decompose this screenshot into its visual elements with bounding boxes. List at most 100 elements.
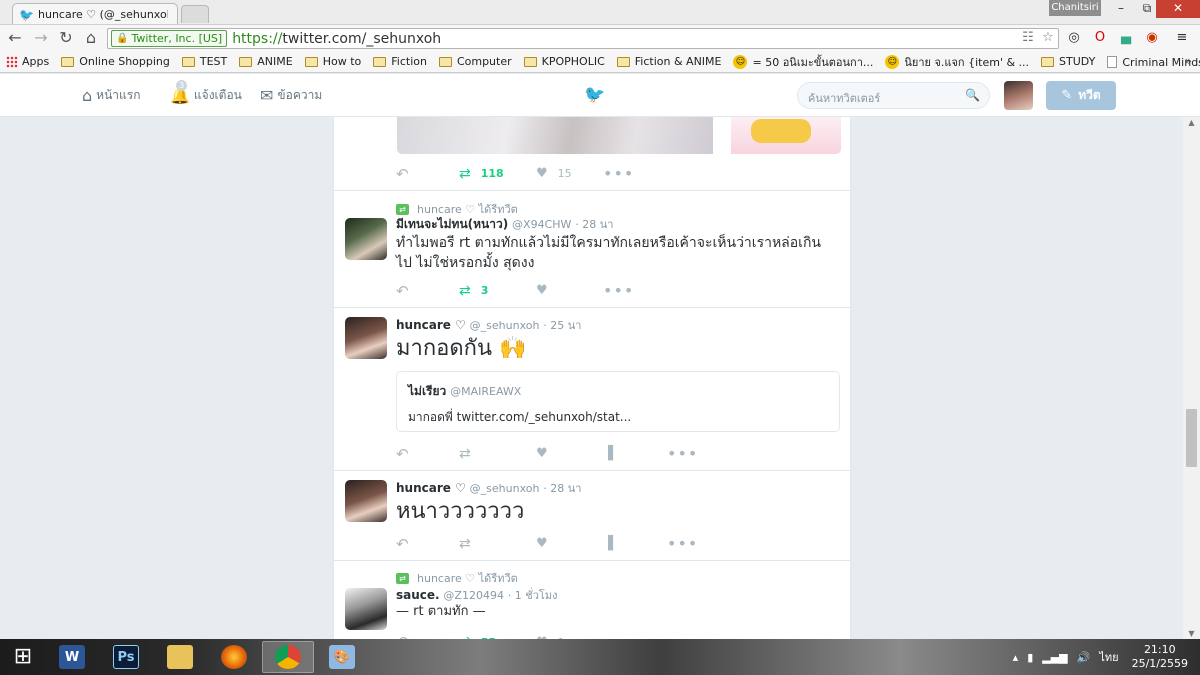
tweet[interactable]: huncare ♡ @_sehunxoh · 28 นา หนาววววววว … <box>334 471 850 561</box>
timestamp[interactable]: · 28 นา <box>575 218 613 231</box>
nav-messages[interactable]: ✉ ข้อความ <box>260 86 322 105</box>
extension-bar-icon[interactable]: ▄ <box>1116 29 1136 47</box>
reply-icon[interactable]: ↶ <box>396 535 459 553</box>
extension-opera-icon[interactable]: O <box>1090 29 1110 47</box>
bookmark-star-icon[interactable]: ☆ <box>1038 30 1058 45</box>
user-handle[interactable]: @_sehunxoh <box>470 482 540 495</box>
tweet-photo[interactable] <box>397 117 713 154</box>
twitter-logo-icon[interactable]: 🐦 <box>584 85 605 105</box>
retweet-button[interactable]: ⇄ <box>459 446 536 462</box>
new-tab-button[interactable] <box>181 5 209 23</box>
reload-icon[interactable]: ↻ <box>55 28 77 48</box>
windows-start-icon[interactable]: ⊞ <box>4 643 42 671</box>
compose-tweet-button[interactable]: ✎ ทวีต <box>1046 81 1116 110</box>
bookmark-computer[interactable]: Computer <box>438 55 512 68</box>
bookmark-fiction-anime[interactable]: Fiction & ANIME <box>616 55 721 68</box>
chrome-menu-icon[interactable]: ≡ <box>1172 29 1192 47</box>
ev-certificate-badge[interactable]: 🔒 Twitter, Inc. [US] <box>111 30 228 47</box>
timestamp[interactable]: · 28 นา <box>543 482 581 495</box>
like-button[interactable]: ♥ <box>536 536 603 551</box>
tweet[interactable]: ⇄ huncare ♡ ได้รีทวีต มีเทนจะไม่ทน(หนาว)… <box>334 191 850 308</box>
nav-home[interactable]: ⌂ หน้าแรก <box>82 86 140 105</box>
network-signal-icon[interactable]: ▂▄▆ <box>1042 651 1067 664</box>
avatar[interactable] <box>345 218 387 260</box>
user-handle[interactable]: @Z120494 <box>443 589 504 602</box>
taskbar-file-explorer[interactable] <box>154 641 206 673</box>
profile-avatar[interactable] <box>1004 81 1033 110</box>
taskbar-firefox[interactable] <box>208 641 260 673</box>
input-language[interactable]: ไทย <box>1099 648 1118 666</box>
analytics-icon[interactable]: ▐ <box>603 446 667 461</box>
nav-notifications[interactable]: 🔔 3 แจ้งเตือน <box>170 80 242 105</box>
user-handle[interactable]: @X94CHW <box>512 218 571 231</box>
system-clock[interactable]: 21:10 25/1/2559 <box>1132 643 1188 671</box>
taskbar-chrome[interactable] <box>262 641 314 673</box>
more-options-icon[interactable]: ••• <box>667 534 698 553</box>
more-options-icon[interactable]: ••• <box>667 444 698 463</box>
display-name[interactable]: huncare ♡ <box>396 318 466 332</box>
avatar[interactable] <box>345 317 387 359</box>
user-handle[interactable]: @_sehunxoh <box>470 319 540 332</box>
volume-icon[interactable]: 🔊 <box>1077 651 1091 664</box>
tweet[interactable]: ↶ ⇄ 118 ♥ 15 ••• <box>334 117 850 191</box>
profile-name[interactable]: Chanitsiri <box>1049 0 1101 16</box>
bookmark-anime-list[interactable]: ☺ = 50 อนิเมะขั้นตอนกา... <box>733 53 873 71</box>
like-button[interactable]: ♥ <box>536 283 603 298</box>
display-name[interactable]: sauce. <box>396 588 440 602</box>
home-icon[interactable]: ⌂ <box>80 28 102 48</box>
display-name[interactable]: มีเทนจะไม่ทน(หนาว) <box>396 217 508 231</box>
bookmark-test[interactable]: TEST <box>181 55 227 68</box>
reply-icon[interactable]: ↶ <box>396 165 459 183</box>
more-options-icon[interactable]: ••• <box>603 164 634 183</box>
search-input[interactable]: ค้นหาทวิตเตอร์ 🔍 <box>797 82 990 109</box>
retweet-button[interactable]: ⇄ 3 <box>459 283 536 299</box>
tweet-media[interactable] <box>397 117 841 154</box>
timestamp[interactable]: · 25 นา <box>543 319 581 332</box>
extension-mario-icon[interactable]: ◉ <box>1142 29 1162 47</box>
bookmark-how-to[interactable]: How to <box>304 55 361 68</box>
like-button[interactable]: ♥ 15 <box>536 166 603 181</box>
reply-icon[interactable]: ↶ <box>396 282 459 300</box>
search-icon[interactable]: 🔍 <box>965 88 980 102</box>
back-arrow-icon[interactable]: ← <box>4 28 26 48</box>
bookmark-apps[interactable]: Apps <box>6 55 49 68</box>
analytics-icon[interactable]: ▐ <box>603 536 667 551</box>
close-window-icon[interactable]: ✕ <box>1156 0 1200 18</box>
extension-reel-icon[interactable]: ◎ <box>1064 29 1084 47</box>
timestamp[interactable]: · 1 ชั่วโมง <box>508 589 558 602</box>
bookmark-anime[interactable]: ANIME <box>239 55 293 68</box>
taskbar-word[interactable]: W <box>46 641 98 673</box>
avatar[interactable] <box>345 480 387 522</box>
taskbar-paint[interactable]: 🎨 <box>316 641 368 673</box>
bookmark-fiction[interactable]: Fiction <box>373 55 427 68</box>
taskbar-photoshop[interactable]: Ps <box>100 641 152 673</box>
battery-icon[interactable]: ▮ <box>1027 651 1033 664</box>
quoted-tweet[interactable]: ไม่เรียว @MAIREAWX มากอดพี่ twitter.com/… <box>396 371 840 432</box>
bookmark-study[interactable]: STUDY <box>1041 55 1095 68</box>
show-hidden-icons-icon[interactable]: ▴ <box>1013 651 1019 664</box>
retweet-button[interactable]: ⇄ 118 <box>459 166 536 182</box>
more-bookmarks-icon[interactable]: » <box>1185 54 1192 68</box>
avatar[interactable] <box>345 588 387 630</box>
browser-tab[interactable]: 🐦 huncare ♡ (@_sehunxoh) <box>12 3 178 25</box>
bookmark-kpopholic[interactable]: KPOPHOLIC <box>523 55 605 68</box>
tweet[interactable]: ⇄ huncare ♡ ได้รีทวีต sauce. @Z120494 · … <box>334 561 850 639</box>
scroll-up-icon[interactable]: ▲ <box>1183 118 1200 127</box>
reply-icon[interactable]: ↶ <box>396 445 459 463</box>
retweeted-by[interactable]: huncare ♡ ได้รีทวีต <box>417 569 518 587</box>
scrollbar-thumb[interactable] <box>1186 409 1197 467</box>
like-button[interactable]: ♥ <box>536 446 603 461</box>
more-options-icon[interactable]: ••• <box>603 281 634 300</box>
display-name[interactable]: huncare ♡ <box>396 481 466 495</box>
minimize-icon[interactable]: – <box>1108 0 1134 18</box>
bookmark-novel[interactable]: ☺ นิยาย จ.แจก {item' & ... <box>885 53 1029 71</box>
retweet-button[interactable]: ⇄ <box>459 536 536 552</box>
page-scrollbar[interactable]: ▲ ▼ <box>1183 117 1200 639</box>
url-text[interactable]: https://twitter.com/_sehunxoh <box>232 31 441 47</box>
bookmark-online-shopping[interactable]: Online Shopping <box>61 55 170 68</box>
tweet-photo[interactable] <box>731 117 841 154</box>
tweet[interactable]: huncare ♡ @_sehunxoh · 25 นา มากอดกัน 🙌 … <box>334 308 850 471</box>
scroll-down-icon[interactable]: ▼ <box>1183 629 1200 638</box>
address-bar[interactable]: 🔒 Twitter, Inc. [US] https://twitter.com… <box>107 28 1059 49</box>
translate-icon[interactable]: ☷ <box>1018 30 1038 45</box>
